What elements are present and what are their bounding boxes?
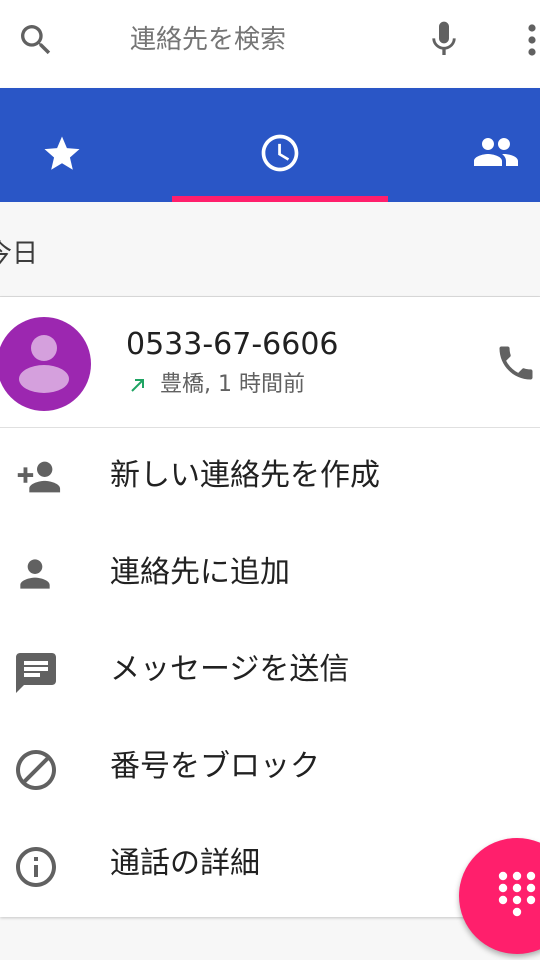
search-icon[interactable]: [16, 20, 56, 60]
search-input[interactable]: 連絡先を検索: [130, 22, 286, 58]
search-bar[interactable]: 連絡先を検索: [0, 0, 540, 88]
action-create-contact[interactable]: 新しい連絡先を作成: [0, 428, 540, 525]
call-location-time: 豊橋, 1 時間前: [160, 372, 305, 397]
action-label: 新しい連絡先を作成: [110, 458, 380, 493]
tab-contacts[interactable]: [388, 88, 540, 202]
tab-recents[interactable]: [172, 88, 388, 202]
person-icon: [20, 559, 50, 589]
action-add-to-contact[interactable]: 連絡先に追加: [0, 525, 540, 622]
message-icon: [16, 653, 56, 693]
dialpad-icon: [498, 871, 536, 917]
call-log-entry[interactable]: 0533-67-6606 豊橋, 1 時間前: [0, 297, 540, 428]
mic-icon[interactable]: [424, 18, 464, 62]
tab-favorites[interactable]: [0, 88, 172, 202]
phone-icon[interactable]: [494, 341, 538, 385]
block-icon: [16, 750, 56, 790]
info-icon: [16, 847, 56, 887]
person-add-icon: [17, 461, 61, 493]
outgoing-arrow-icon: [131, 379, 144, 392]
section-label-today: 今日: [0, 239, 39, 269]
star-icon: [44, 136, 80, 170]
people-icon: [474, 138, 518, 166]
action-send-message[interactable]: メッセージを送信: [0, 622, 540, 719]
call-number: 0533-67-6606: [126, 327, 339, 362]
action-block-number[interactable]: 番号をブロック: [0, 719, 540, 816]
dialer-screen: 連絡先を検索 今日: [0, 0, 540, 960]
tab-bar: [0, 88, 540, 202]
default-avatar-icon: [19, 335, 69, 393]
more-vert-icon[interactable]: [522, 18, 540, 62]
action-label: 通話の詳細: [110, 846, 260, 881]
action-label: 連絡先に追加: [110, 555, 290, 590]
action-label: 番号をブロック: [110, 749, 320, 784]
avatar[interactable]: [0, 317, 91, 411]
clock-icon: [261, 134, 299, 172]
section-header: 今日: [0, 202, 540, 297]
call-log-card: 0533-67-6606 豊橋, 1 時間前 新しい連絡先を作成 連絡先に追加 …: [0, 297, 540, 917]
action-label: メッセージを送信: [110, 652, 350, 687]
